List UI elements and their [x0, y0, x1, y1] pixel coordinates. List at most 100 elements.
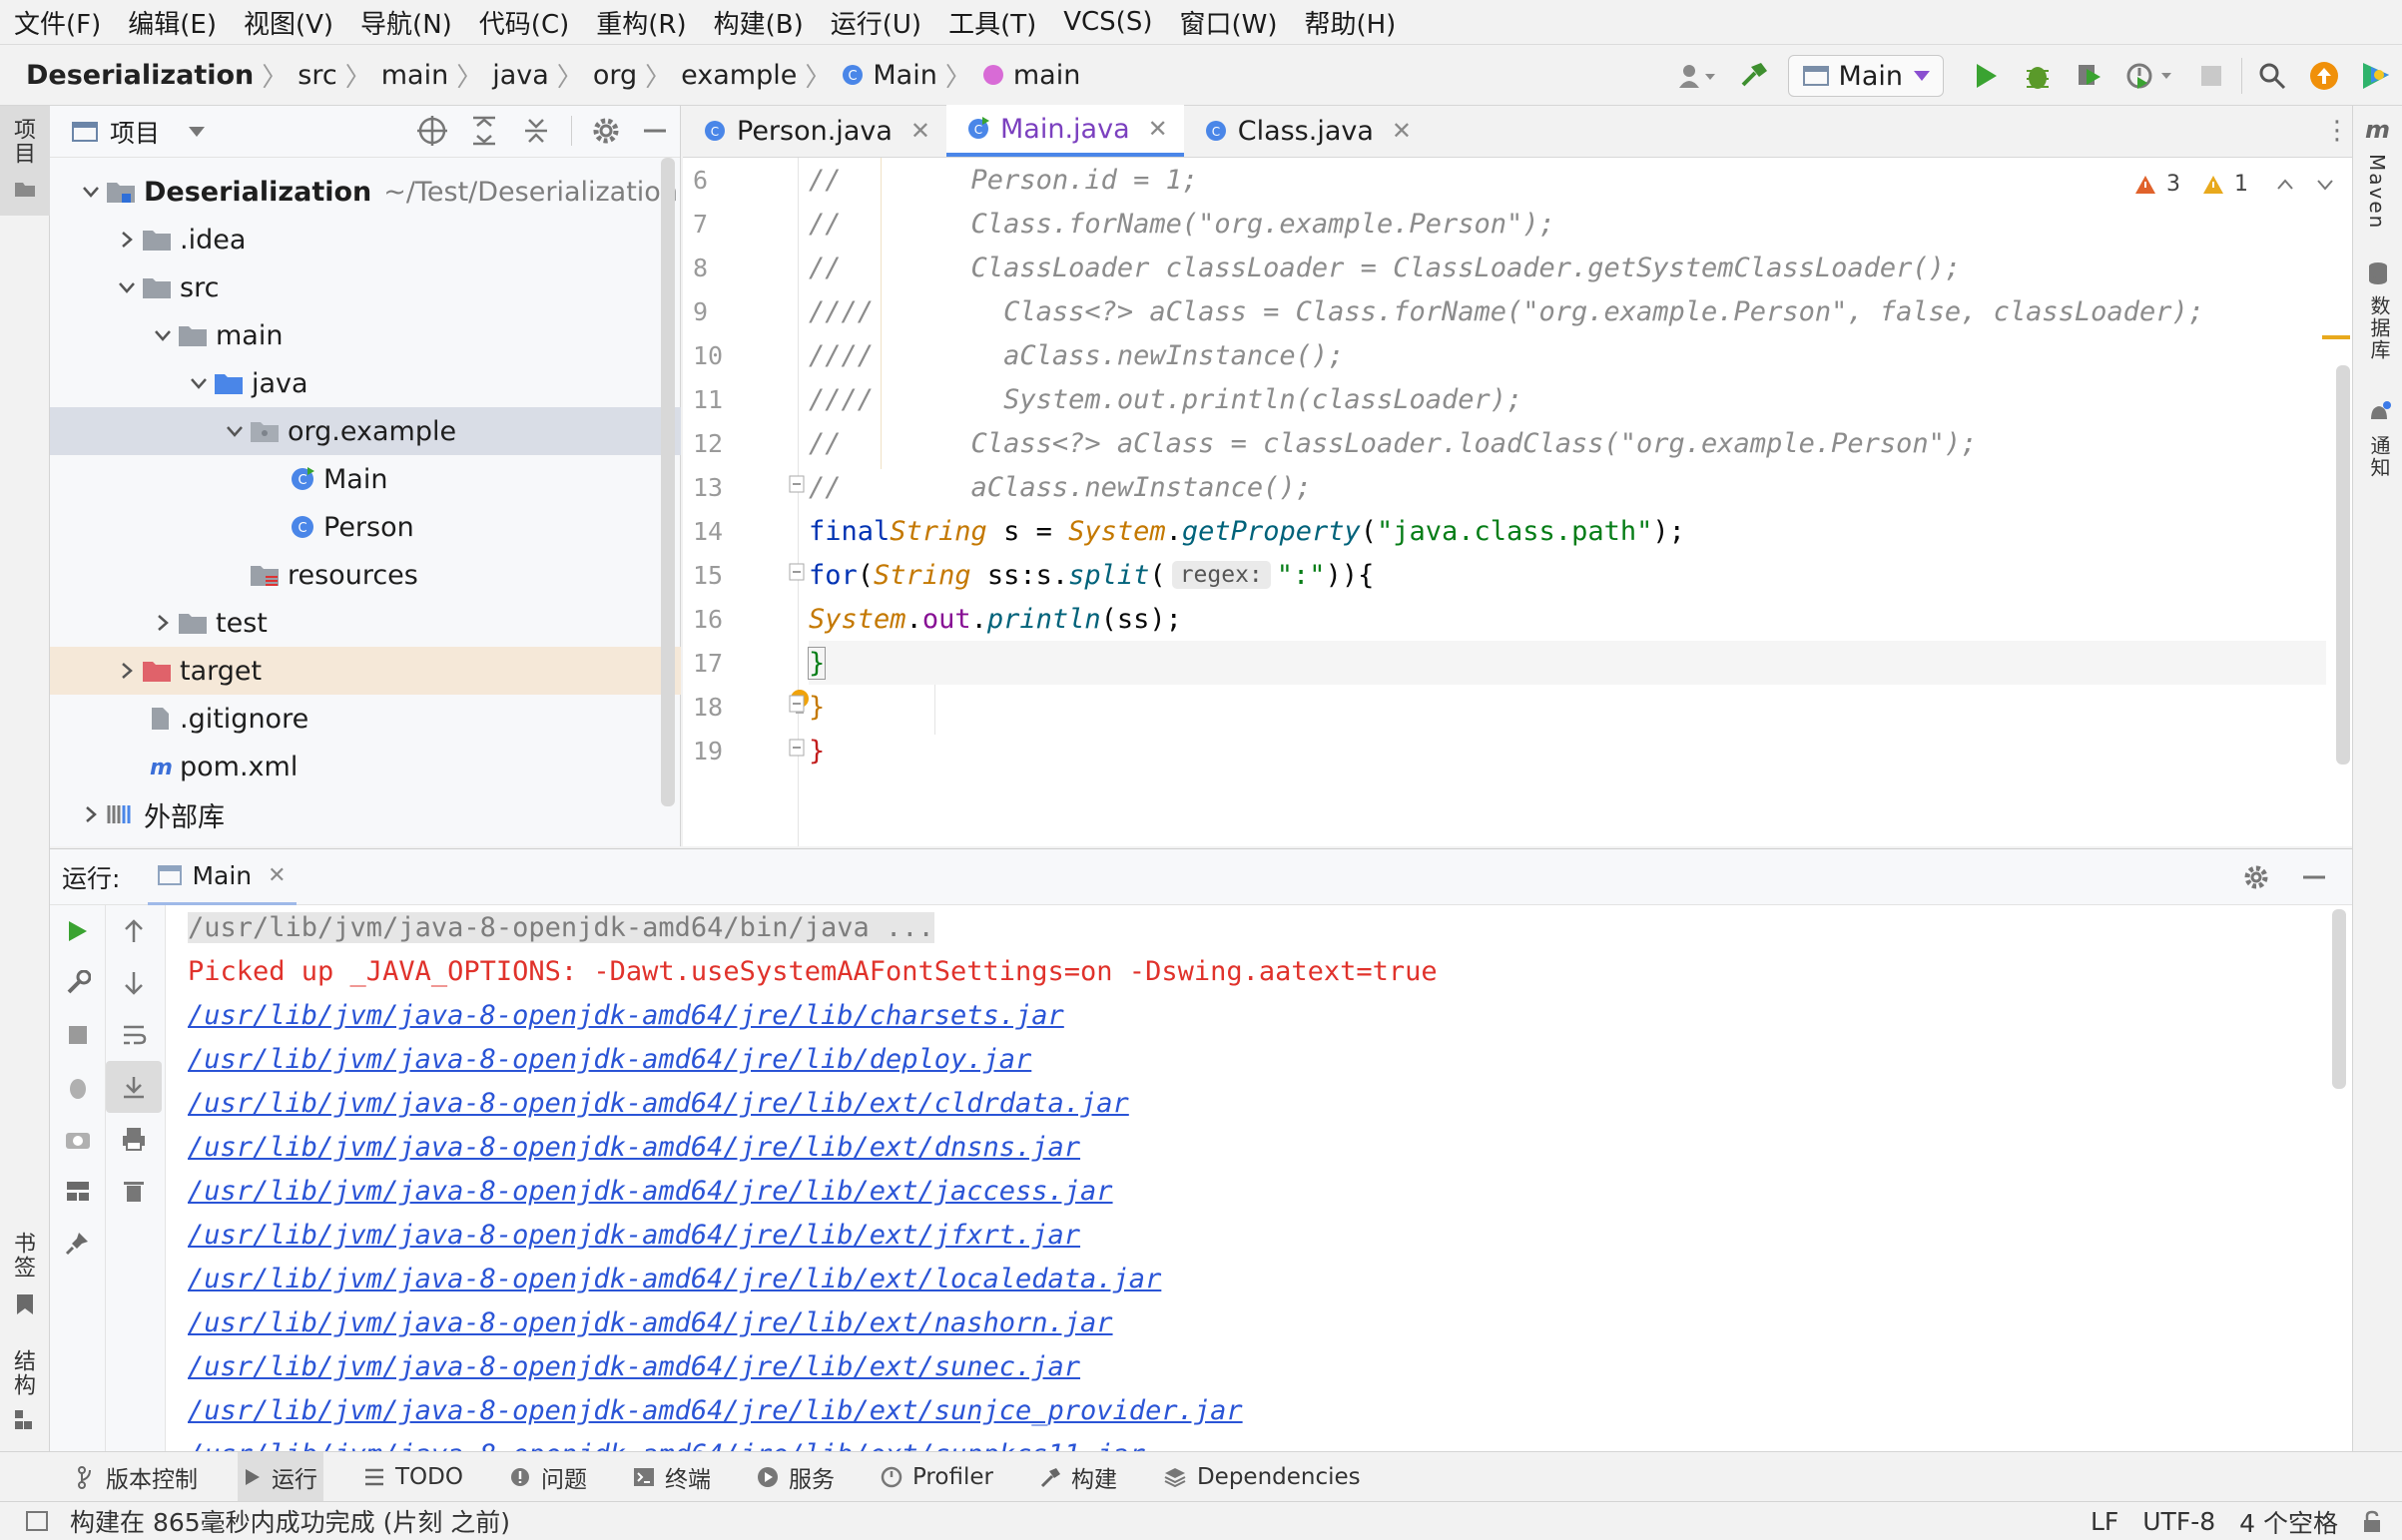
expand-all-icon[interactable] — [467, 114, 501, 148]
tree-node-person-class[interactable]: C Person — [50, 503, 681, 551]
update-icon[interactable] — [2298, 50, 2350, 102]
breadcrumb-example[interactable]: example — [681, 60, 797, 91]
breadcrumb-src[interactable]: src — [298, 60, 336, 91]
layout-icon[interactable] — [50, 1165, 106, 1217]
console-output[interactable]: /usr/lib/jvm/java-8-openjdk-amd64/bin/ja… — [188, 905, 2334, 1452]
more-tabs-icon[interactable]: ⋮ — [2322, 105, 2352, 157]
menu-window[interactable]: 窗口(W) — [1179, 4, 1277, 41]
tool-tab-dependencies[interactable]: Dependencies — [1157, 1452, 1367, 1502]
structure-tool-label[interactable]: 结构 — [6, 1349, 38, 1397]
project-tool-button[interactable]: 项目 — [0, 106, 50, 216]
menu-build[interactable]: 构建(B) — [714, 4, 804, 41]
wrench-icon[interactable] — [50, 957, 106, 1009]
tab-class-java[interactable]: C Class.java ✕ — [1184, 105, 1428, 157]
file-encoding[interactable]: UTF-8 — [2142, 1507, 2215, 1536]
console-link[interactable]: /usr/lib/jvm/java-8-openjdk-amd64/jre/li… — [188, 1081, 2334, 1125]
chevron-right-icon[interactable] — [76, 805, 106, 823]
camera-icon[interactable] — [50, 1113, 106, 1165]
chevron-right-icon[interactable] — [112, 662, 142, 680]
breadcrumb-java[interactable]: java — [492, 60, 549, 91]
chevron-right-icon[interactable] — [112, 231, 142, 249]
menu-help[interactable]: 帮助(H) — [1304, 4, 1396, 41]
tree-node-target[interactable]: target — [50, 647, 681, 695]
breadcrumb-project[interactable]: Deserialization — [26, 60, 254, 91]
tool-tab-profiler[interactable]: Profiler — [875, 1452, 999, 1502]
console-scrollbar[interactable] — [2332, 909, 2346, 1089]
close-icon[interactable]: ✕ — [1148, 115, 1168, 143]
run-config-selector[interactable]: Main — [1787, 55, 1944, 97]
tool-tab-todo[interactable]: TODO — [357, 1452, 469, 1502]
debug-icon[interactable] — [50, 1061, 106, 1113]
pin-icon[interactable] — [50, 1217, 106, 1269]
inspection-widget[interactable]: 3 1 — [2134, 172, 2334, 197]
scroll-to-end-icon[interactable] — [106, 1061, 162, 1113]
fold-icon[interactable] — [789, 475, 805, 493]
tree-node-pom[interactable]: m pom.xml — [50, 743, 681, 790]
rerun-icon[interactable] — [50, 905, 106, 957]
console-link[interactable]: /usr/lib/jvm/java-8-openjdk-amd64/jre/li… — [188, 1037, 2334, 1081]
fold-icon[interactable] — [789, 739, 805, 757]
menu-file[interactable]: 文件(F) — [14, 4, 101, 41]
tree-node-package[interactable]: org.example — [50, 407, 681, 455]
tree-node-main[interactable]: main — [50, 311, 681, 359]
arrow-up-icon[interactable] — [106, 905, 162, 957]
hide-icon[interactable] — [640, 116, 670, 146]
close-icon[interactable]: ✕ — [1392, 117, 1412, 145]
console-link[interactable]: /usr/lib/jvm/java-8-openjdk-amd64/jre/li… — [188, 1125, 2334, 1169]
stop-icon[interactable] — [2185, 50, 2237, 102]
console-link[interactable]: /usr/lib/jvm/java-8-openjdk-amd64/jre/li… — [188, 993, 2334, 1037]
console-link[interactable]: /usr/lib/jvm/java-8-openjdk-amd64/jre/li… — [188, 1213, 2334, 1257]
tool-tab-terminal[interactable]: 终端 — [627, 1452, 717, 1502]
gear-icon[interactable] — [2242, 863, 2270, 891]
chevron-down-icon[interactable] — [148, 329, 178, 341]
fold-icon[interactable] — [789, 695, 805, 713]
hide-icon[interactable] — [2300, 863, 2328, 891]
stop-icon[interactable] — [50, 1009, 106, 1061]
tree-node-gitignore[interactable]: .gitignore — [50, 695, 681, 743]
tool-tab-run[interactable]: 运行 — [238, 1451, 323, 1502]
breadcrumb-org[interactable]: org — [593, 60, 637, 91]
profiler-icon[interactable] — [2115, 50, 2185, 102]
breadcrumb-method[interactable]: main — [1013, 60, 1080, 91]
trash-icon[interactable] — [106, 1165, 162, 1217]
code-area[interactable]: // Person.id = 1; // Class.forName("org.… — [807, 158, 2326, 772]
editor-scrollbar[interactable] — [2336, 365, 2350, 765]
breadcrumb-class[interactable]: Main — [873, 60, 936, 91]
gear-icon[interactable] — [590, 115, 622, 147]
chevron-up-icon[interactable] — [2276, 178, 2294, 191]
chevron-down-icon[interactable] — [2316, 179, 2334, 191]
tab-person-java[interactable]: C Person.java ✕ — [683, 105, 946, 157]
tree-node-main-class[interactable]: C Main — [50, 455, 681, 503]
notification-icon[interactable] — [2367, 401, 2391, 425]
locate-icon[interactable] — [415, 114, 449, 148]
run-icon[interactable] — [1960, 50, 2012, 102]
debug-icon[interactable] — [2012, 50, 2064, 102]
chevron-down-icon[interactable] — [76, 186, 106, 198]
soft-wrap-icon[interactable] — [106, 1009, 162, 1061]
tree-node-idea[interactable]: .idea — [50, 216, 681, 263]
bookmark-icon[interactable] — [16, 1293, 34, 1315]
collapse-all-icon[interactable] — [519, 114, 553, 148]
chevron-down-icon[interactable] — [184, 377, 214, 389]
status-message[interactable]: 构建在 865毫秒内成功完成 (片刻 之前) — [70, 1503, 510, 1539]
tool-tab-build[interactable]: 构建 — [1033, 1452, 1123, 1502]
tree-node-root[interactable]: Deserialization ~/Test/Deserialization — [50, 168, 681, 216]
lock-icon[interactable] — [2362, 1510, 2382, 1534]
tree-node-src[interactable]: src — [50, 263, 681, 311]
console-link[interactable]: /usr/lib/jvm/java-8-openjdk-amd64/jre/li… — [188, 1432, 2334, 1453]
toggle-tool-windows-icon[interactable] — [26, 1511, 48, 1531]
line-separator[interactable]: LF — [2091, 1507, 2118, 1536]
menu-edit[interactable]: 编辑(E) — [128, 4, 217, 41]
menu-tools[interactable]: 工具(T) — [948, 4, 1036, 41]
tool-tab-vcs[interactable]: 版本控制 — [70, 1452, 204, 1502]
tab-main-java[interactable]: C Main.java ✕ — [946, 105, 1184, 157]
console-link[interactable]: /usr/lib/jvm/java-8-openjdk-amd64/jre/li… — [188, 1344, 2334, 1388]
database-icon[interactable] — [2367, 261, 2389, 285]
warning-stripe-marker[interactable] — [2322, 335, 2350, 339]
console-command[interactable]: /usr/lib/jvm/java-8-openjdk-amd64/bin/ja… — [188, 911, 934, 943]
print-icon[interactable] — [106, 1113, 162, 1165]
close-icon[interactable]: ✕ — [910, 117, 930, 145]
build-hammer-icon[interactable] — [1728, 50, 1780, 102]
menu-navigate[interactable]: 导航(N) — [360, 4, 452, 41]
tree-node-resources[interactable]: resources — [50, 551, 681, 599]
